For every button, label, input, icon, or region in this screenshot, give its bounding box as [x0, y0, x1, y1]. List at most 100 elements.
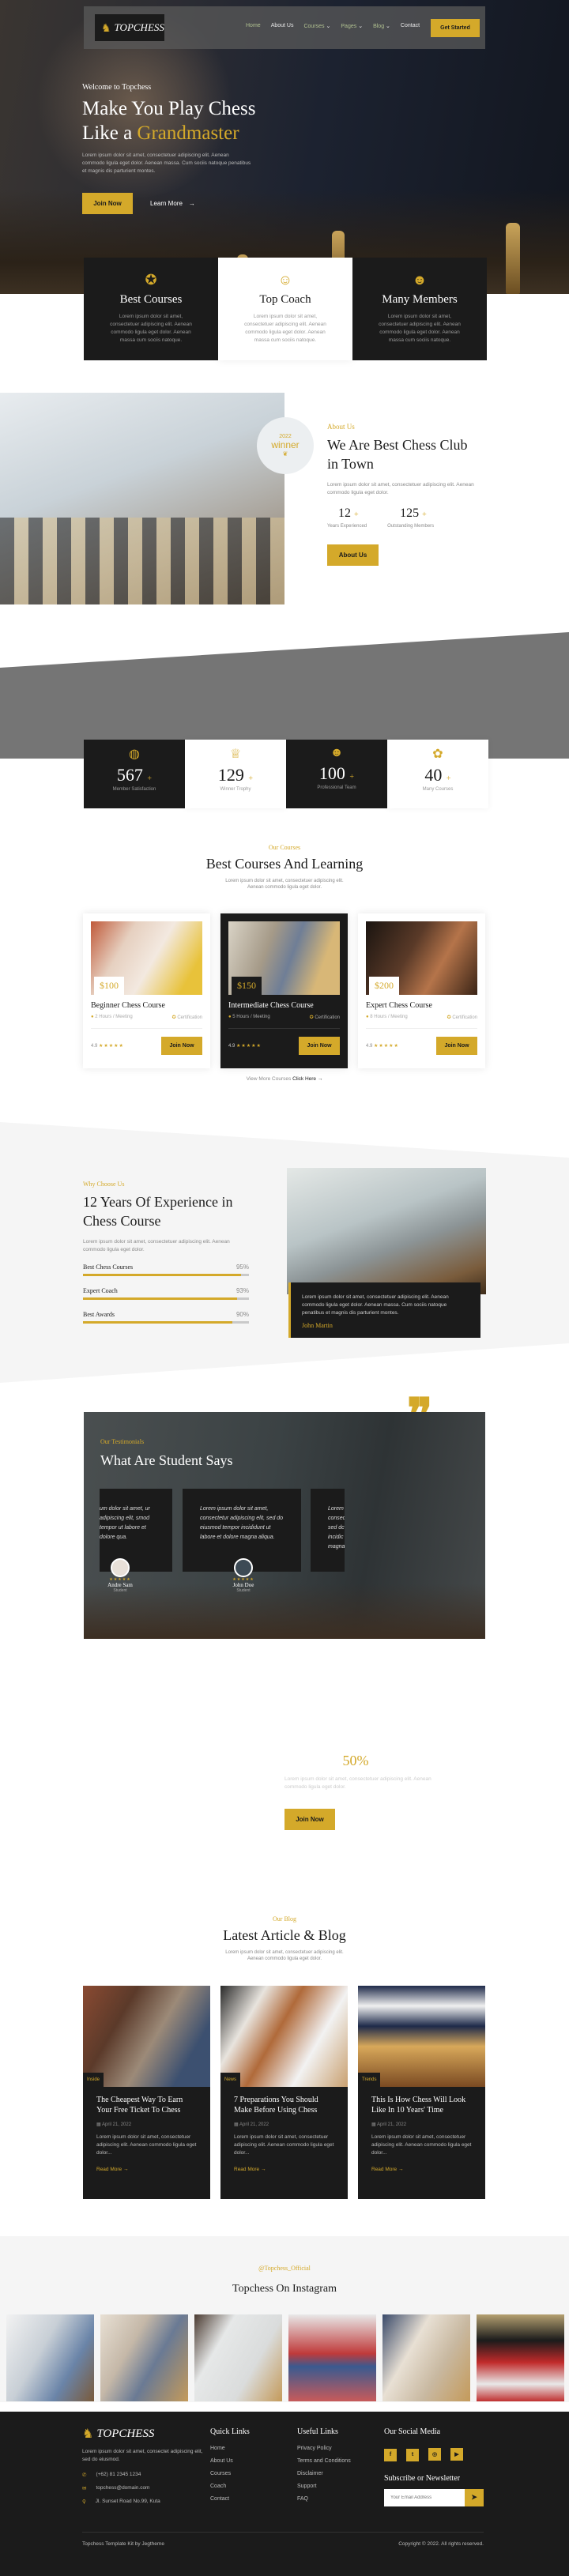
testimonial-author: ★★★★★ John Doe Student — [228, 1558, 259, 1593]
avatar — [234, 1558, 253, 1577]
instagram-photo[interactable] — [194, 2314, 282, 2401]
course-join-button[interactable]: Join Now — [299, 1037, 340, 1055]
blog-card[interactable]: Inside The Cheapest Way To Earn Your Fre… — [83, 1986, 210, 2199]
footer-link-privacy[interactable]: Privacy Policy — [297, 2446, 351, 2451]
trophy-icon: ♕ — [229, 748, 242, 761]
footer-link-support[interactable]: Support — [297, 2484, 351, 2489]
instagram-icon[interactable]: ◎ — [428, 2448, 441, 2461]
why-title: 12 Years Of Experience in Chess Course — [83, 1192, 265, 1230]
learn-more-link[interactable]: Learn More → — [150, 200, 195, 207]
footer-phone[interactable]: ✆ (+62) 81 2345 1234 — [82, 2472, 217, 2478]
bar-fill — [83, 1321, 232, 1324]
nav-courses[interactable]: Courses ⌄ — [303, 23, 330, 29]
course-cert: Certification — [315, 1015, 340, 1020]
about-us-button[interactable]: About Us — [327, 544, 379, 566]
read-more-link[interactable]: Read More → — [358, 2160, 485, 2179]
arrow-right-icon: → — [122, 2167, 129, 2172]
course-join-button[interactable]: Join Now — [161, 1037, 202, 1055]
about-title-line1: We Are Best Chess Club — [327, 437, 468, 453]
newsletter-title: Subscribe or Newsletter — [384, 2473, 461, 2483]
address-text: Jl. Sunset Road No.99, Kuta — [95, 2499, 160, 2504]
stat-suffix: + — [446, 774, 451, 783]
clock-icon: ● — [366, 1015, 369, 1019]
footer-link-courses[interactable]: Courses — [210, 2471, 250, 2476]
footer-link-contact[interactable]: Contact — [210, 2496, 250, 2502]
footer: ♞ TOPCHESS Lorem ipsum dolor sit amet, c… — [0, 2412, 569, 2576]
click-here-link[interactable]: Click Here → — [292, 1076, 322, 1082]
arrow-right-icon: → — [188, 200, 195, 207]
calendar-icon: ▦ — [234, 2122, 239, 2127]
phone-text: (+62) 81 2345 1234 — [96, 2472, 141, 2477]
footer-logo[interactable]: ♞ TOPCHESS — [82, 2426, 217, 2442]
nav-pages[interactable]: Pages ⌄ — [341, 23, 363, 29]
about-title: We Are Best Chess Club in Town — [327, 435, 501, 473]
feature-text: Lorem ipsum dolor sit amet, consectetuer… — [244, 314, 326, 343]
counter-suffix: + — [422, 510, 427, 519]
hero-content: Welcome to Topchess Make You Play Chess … — [82, 83, 288, 214]
user-check-icon: ☺ — [277, 272, 293, 288]
testimonial-author: ★★★★★ Andre Sam Student — [104, 1558, 136, 1593]
courses-title: Best Courses And Learning — [205, 856, 364, 872]
course-card-expert[interactable]: $200 Expert Chess Course ● 8 Hours / Mee… — [358, 913, 485, 1068]
blog-tag: Trends — [358, 2073, 381, 2087]
footer-link-disclaimer[interactable]: Disclaimer — [297, 2471, 351, 2476]
nav-contact[interactable]: Contact — [401, 23, 420, 29]
blog-post-title[interactable]: This Is How Chess Will Look Like In 10 Y… — [358, 2087, 485, 2118]
promo-join-button[interactable]: Join Now — [284, 1809, 335, 1830]
instagram-handle[interactable]: @Topchess_Official — [0, 2265, 569, 2272]
get-started-button[interactable]: Get Started — [431, 19, 480, 37]
join-now-button[interactable]: Join Now — [82, 193, 133, 214]
course-join-button[interactable]: Join Now — [436, 1037, 477, 1055]
blog-excerpt: Lorem ipsum dolor sit amet, consectetuer… — [371, 2134, 472, 2156]
course-card-beginner[interactable]: $100 Beginner Chess Course ● 2 Hours / M… — [83, 913, 210, 1068]
thumbs-up-badge-icon: ✿ — [432, 748, 443, 761]
footer-link-faq[interactable]: FAQ — [297, 2496, 351, 2502]
about-chess-hands-image — [0, 393, 284, 604]
instagram-photo[interactable] — [6, 2314, 94, 2401]
course-card-intermediate[interactable]: $150 Intermediate Chess Course ● 5 Hours… — [220, 913, 348, 1068]
read-more-link[interactable]: Read More → — [83, 2160, 210, 2179]
footer-link-about[interactable]: About Us — [210, 2458, 250, 2464]
logo[interactable]: ♞ TOPCHESS — [95, 14, 164, 41]
instagram-photo[interactable] — [100, 2314, 188, 2401]
blog-card[interactable]: Trends This Is How Chess Will Look Like … — [358, 1986, 485, 2199]
footer-link-coach[interactable]: Coach — [210, 2484, 250, 2489]
blog-card[interactable]: News 7 Preparations You Should Make Befo… — [220, 1986, 348, 2199]
bar-value: 90% — [236, 1311, 249, 1318]
promo-section: 50% Lorem ipsum dolor sit amet, consecte… — [284, 1753, 458, 1830]
about-text: Lorem ipsum dolor sit amet, consectetuer… — [327, 482, 474, 495]
blog-post-title[interactable]: 7 Preparations You Should Make Before Us… — [220, 2087, 348, 2118]
footer-link-home[interactable]: Home — [210, 2446, 250, 2451]
award-ribbon-icon: ✪ — [145, 272, 157, 288]
footer-about: ♞ TOPCHESS Lorem ipsum dolor sit amet, c… — [82, 2426, 217, 2506]
social-title: Our Social Media — [384, 2427, 441, 2436]
blog-post-title[interactable]: The Cheapest Way To Earn Your Free Ticke… — [83, 2087, 210, 2118]
nav-home[interactable]: Home — [246, 23, 261, 29]
blog-date: April 21, 2022 — [102, 2122, 132, 2127]
chevron-down-icon: ⌄ — [386, 24, 390, 29]
footer-email[interactable]: ✉ topchess@domain.com — [82, 2485, 217, 2491]
instagram-photo[interactable] — [477, 2314, 564, 2401]
bar-label: Best Awards — [83, 1311, 115, 1318]
counter-label: Outstanding Members — [387, 524, 435, 529]
instagram-photo[interactable] — [288, 2314, 376, 2401]
facebook-icon[interactable]: f — [384, 2448, 397, 2461]
read-more-link[interactable]: Read More → — [220, 2160, 348, 2179]
hero-title-line1: Make You Play Chess — [82, 98, 256, 119]
bar-value: 93% — [236, 1287, 249, 1294]
course-image: $200 — [366, 921, 477, 995]
newsletter-email-input[interactable] — [384, 2488, 465, 2506]
youtube-icon[interactable]: ▶ — [450, 2448, 463, 2461]
nav-about-us[interactable]: About Us — [271, 23, 294, 29]
send-icon[interactable]: ➤ — [465, 2488, 484, 2506]
footer-link-terms[interactable]: Terms and Conditions — [297, 2458, 351, 2464]
team-icon: ☻ — [330, 746, 344, 759]
stat-winner-trophy: ♕ 129 + Winner Trophy — [185, 740, 286, 808]
course-cert: Certification — [177, 1015, 202, 1020]
instagram-photo[interactable] — [382, 2314, 470, 2401]
bar-fill — [83, 1274, 241, 1276]
twitter-icon[interactable]: t — [406, 2448, 419, 2461]
testimonial-card: Lorem consec sed dc incidic magna — [311, 1489, 345, 1572]
nav-blog[interactable]: Blog ⌄ — [373, 23, 390, 29]
blog-header: Our Blog Latest Article & Blog Lorem ips… — [0, 1915, 569, 1961]
